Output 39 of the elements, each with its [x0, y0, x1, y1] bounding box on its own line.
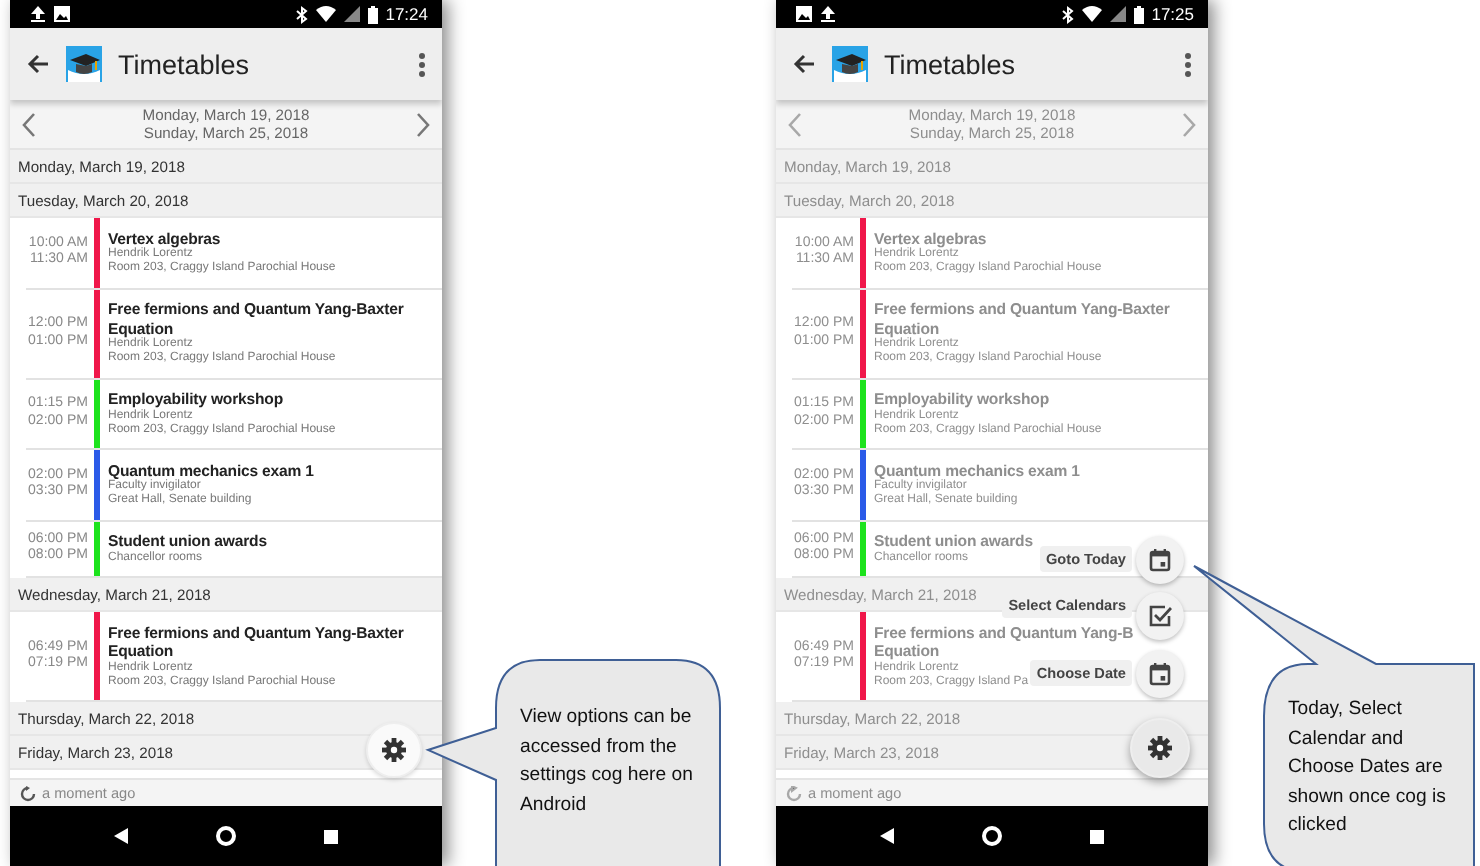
upload-icon	[30, 6, 46, 22]
wifi-icon	[315, 6, 336, 22]
wifi-icon	[1081, 6, 1102, 22]
chevron-right-icon[interactable]	[415, 111, 430, 137]
square-icon[interactable]	[324, 829, 338, 843]
chevron-left-icon[interactable]	[22, 111, 36, 137]
home-circle-icon[interactable]	[982, 826, 1002, 846]
settings-icon	[1148, 736, 1172, 760]
battery-icon	[1133, 5, 1144, 23]
callout-text: Today, Select Calendar and Choose Dates are shown once cog is clicked	[1288, 696, 1448, 840]
more-menu-icon[interactable]	[418, 51, 426, 77]
app-title: Timetables	[118, 49, 252, 79]
calendar-icon	[1148, 547, 1172, 571]
refresh-icon	[20, 785, 36, 801]
upload-icon	[820, 6, 836, 22]
home-circle-icon[interactable]	[216, 826, 236, 846]
checkbox-icon	[1148, 604, 1172, 628]
back-triangle-icon[interactable]	[880, 828, 894, 844]
more-menu-icon[interactable]	[1184, 51, 1192, 77]
back-arrow-icon[interactable]	[26, 52, 50, 76]
bluetooth-icon	[1061, 5, 1074, 23]
back-triangle-icon[interactable]	[114, 828, 128, 844]
refresh-icon	[786, 785, 802, 801]
bluetooth-icon	[295, 5, 308, 23]
calendar-icon	[1148, 661, 1172, 685]
signal-icon	[1109, 6, 1126, 22]
battery-icon	[367, 5, 378, 23]
app-title: Timetables	[884, 49, 1018, 79]
back-arrow-icon[interactable]	[792, 52, 816, 76]
signal-icon	[343, 6, 360, 22]
square-icon[interactable]	[1090, 829, 1104, 843]
callout-text: View options can be accessed from the settings cog here on Android	[520, 704, 695, 819]
status-time: 17:24	[385, 4, 428, 24]
image-icon	[796, 6, 812, 22]
image-icon	[54, 6, 70, 22]
status-time: 17:25	[1151, 4, 1194, 24]
app-logo-icon	[66, 46, 102, 82]
settings-icon	[382, 738, 406, 762]
app-logo-icon	[832, 46, 868, 82]
